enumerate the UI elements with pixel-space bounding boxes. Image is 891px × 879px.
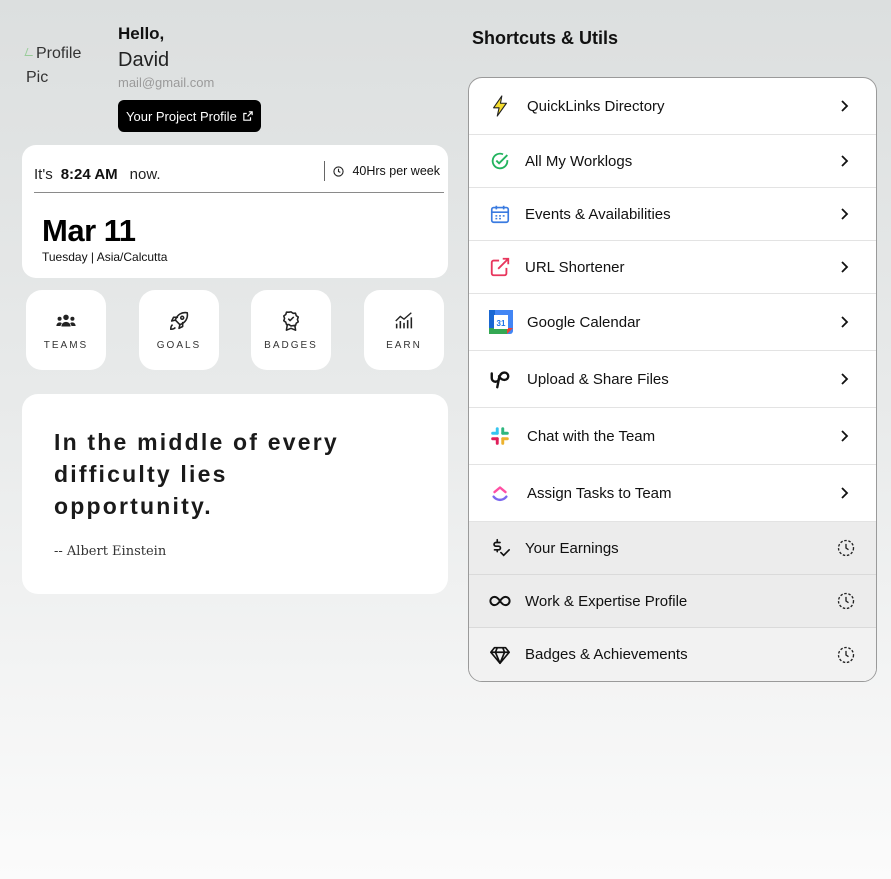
clock-dashed-icon: [837, 592, 855, 610]
infinity-icon: [489, 590, 511, 612]
project-profile-label: Your Project Profile: [126, 108, 237, 124]
check-circle-icon: [489, 150, 511, 172]
svg-text:31: 31: [497, 319, 506, 328]
shortcut-url-shortener[interactable]: URL Shortener: [469, 241, 876, 294]
chevron-right-icon: [841, 261, 849, 273]
shortcut-upload-files[interactable]: Upload & Share Files: [469, 351, 876, 408]
tile-teams[interactable]: TEAMS: [26, 290, 106, 370]
chevron-right-icon: [841, 100, 849, 112]
chevron-right-icon: [841, 208, 849, 220]
quote-card: In the middle of every difficulty lies o…: [22, 394, 448, 594]
shortcut-label: All My Worklogs: [525, 152, 633, 170]
user-name: David: [118, 49, 170, 71]
time-suffix: now.: [129, 166, 161, 183]
shortcut-label: Badges & Achievements: [525, 646, 688, 663]
badge-icon: [282, 310, 300, 331]
shortcut-label: Upload & Share Files: [527, 370, 669, 388]
quote-text: In the middle of every difficulty lies o…: [54, 429, 339, 519]
time-prefix: It's: [34, 166, 53, 183]
weekly-hours-label: 40Hrs per week: [352, 164, 440, 178]
tile-label: TEAMS: [43, 339, 89, 351]
shortcut-chat-team[interactable]: Chat with the Team: [469, 408, 876, 465]
clock-dashed-icon: [837, 539, 855, 557]
weekly-hours: 40Hrs per week: [324, 161, 440, 181]
shortcut-label: Google Calendar: [527, 313, 641, 331]
tile-goals[interactable]: GOALS: [139, 290, 219, 370]
time-card: It's 8:24 AM now. 40Hrs per week Mar 11 …: [22, 145, 448, 278]
shortcut-quicklinks[interactable]: QuickLinks Directory: [469, 78, 876, 135]
chevron-right-icon: [841, 487, 849, 499]
clock-icon: [333, 165, 345, 177]
slack-icon: [489, 425, 511, 447]
shortcut-label: Assign Tasks to Team: [527, 484, 672, 502]
shortcut-label: Work & Expertise Profile: [525, 592, 688, 610]
project-profile-button[interactable]: Your Project Profile: [118, 100, 261, 132]
chevron-right-icon: [841, 316, 849, 328]
shortcut-label: Chat with the Team: [527, 427, 656, 445]
shortcut-assign-tasks[interactable]: Assign Tasks to Team: [469, 465, 876, 522]
shortcut-badges-achievements[interactable]: Badges & Achievements: [469, 628, 876, 681]
chart-icon: [395, 311, 413, 328]
diamond-icon: [489, 644, 511, 666]
shortcuts-list: QuickLinks Directory All My Worklogs Eve…: [468, 77, 877, 682]
shortcut-expertise-profile[interactable]: Work & Expertise Profile: [469, 575, 876, 628]
user-email: mail@gmail.com: [118, 75, 215, 90]
profile-picture: Profile Pic: [24, 42, 106, 102]
google-calendar-icon: 31: [489, 310, 513, 334]
quote-author: -- Albert Einstein: [54, 544, 167, 559]
chevron-right-icon: [841, 373, 849, 385]
rocket-icon: [169, 311, 189, 330]
teams-icon: [56, 314, 76, 326]
clock-dashed-icon: [837, 646, 855, 663]
money-check-icon: [489, 537, 511, 559]
external-link-icon: [243, 111, 253, 121]
tile-label: BADGES: [264, 339, 318, 351]
current-date: Mar 11: [42, 213, 136, 248]
shortcut-label: URL Shortener: [525, 258, 625, 276]
clickup-icon: [489, 482, 511, 504]
shortcut-events[interactable]: Events & Availabilities: [469, 188, 876, 241]
broken-image-icon: [24, 48, 36, 56]
shortcut-label: QuickLinks Directory: [527, 97, 665, 115]
day-timezone: Tuesday | Asia/Calcutta: [42, 250, 168, 264]
calendar-icon: [489, 203, 511, 225]
shortcut-google-calendar[interactable]: 31 Google Calendar: [469, 294, 876, 351]
shortcut-label: Events & Availabilities: [525, 205, 671, 223]
chevron-right-icon: [841, 155, 849, 167]
tile-label: EARN: [386, 339, 422, 351]
greeting-block: Hello, David mail@gmail.com Your Project…: [118, 24, 261, 132]
tile-earn[interactable]: EARN: [364, 290, 444, 370]
shortcut-worklogs[interactable]: All My Worklogs: [469, 135, 876, 188]
time-row: It's 8:24 AM now. 40Hrs per week: [34, 157, 444, 193]
upwork-icon: [489, 368, 511, 390]
current-time: 8:24 AM: [60, 166, 118, 183]
tile-badges[interactable]: BADGES: [251, 290, 331, 370]
shortcut-earnings[interactable]: Your Earnings: [469, 522, 876, 575]
shortcuts-title: Shortcuts & Utils: [472, 28, 619, 48]
shortcut-label: Your Earnings: [525, 539, 619, 557]
tile-label: GOALS: [156, 339, 202, 351]
lightning-icon: [489, 95, 511, 117]
chevron-right-icon: [841, 430, 849, 442]
greeting-hello: Hello,: [118, 24, 165, 43]
external-link-icon: [489, 256, 511, 278]
